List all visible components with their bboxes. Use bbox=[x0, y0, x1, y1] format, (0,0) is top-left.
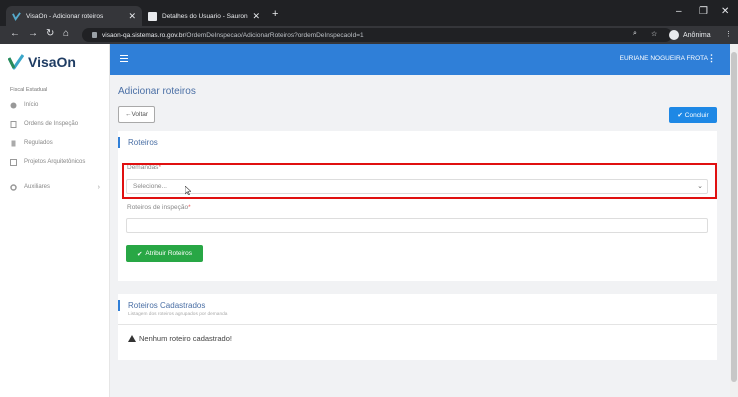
profile-label: Anônima bbox=[683, 31, 711, 39]
sidebar-item-label: Auxiliares bbox=[24, 184, 51, 190]
empty-message: Nenhum roteiro cadastrado! bbox=[139, 334, 232, 343]
sidebar: VisaOn Fiscal Estadual Início Ordens de … bbox=[0, 44, 110, 397]
visaon-logo-icon bbox=[8, 54, 24, 70]
sidebar-item-label: Projetos Arquitetônicos bbox=[24, 159, 86, 165]
sidebar-item-projetos[interactable]: Projetos Arquitetônicos bbox=[0, 159, 110, 184]
check-icon: ✔ bbox=[136, 250, 143, 258]
scrollbar[interactable] bbox=[730, 44, 738, 397]
sidebar-item-auxiliares[interactable]: Auxiliares › bbox=[0, 184, 110, 203]
roteiros-card: Roteiros Demandas* Selecione... ⌄ Roteir… bbox=[118, 131, 717, 281]
tab-detalhes-usuario[interactable]: Detalhes do Usuario - Sauron.Go ✕ bbox=[142, 6, 266, 26]
highlight-box bbox=[122, 163, 717, 199]
visaon-favicon-icon bbox=[12, 11, 21, 21]
tab-strip: VisaOn - Adicionar roteiros ✕ Detalhes d… bbox=[0, 0, 738, 26]
page-favicon-icon bbox=[148, 11, 157, 21]
section-title-roteiros: Roteiros bbox=[118, 137, 158, 148]
roteiros-input[interactable] bbox=[126, 218, 708, 233]
sidebar-item-regulados[interactable]: Regulados bbox=[0, 140, 110, 159]
zoom-icon[interactable]: ⌕ bbox=[633, 30, 637, 38]
blueprint-icon bbox=[10, 159, 17, 166]
browser-toolbar: ← → ↻ ⌂ visaon-qa.sistemas.ro.gov.br /Or… bbox=[0, 26, 738, 44]
url-host: visaon-qa.sistemas.ro.gov.br bbox=[102, 31, 185, 39]
close-window-button[interactable]: ✕ bbox=[721, 6, 729, 17]
mouse-cursor-icon bbox=[185, 186, 191, 195]
tab-adicionar-roteiros[interactable]: VisaOn - Adicionar roteiros ✕ bbox=[6, 6, 142, 26]
lock-icon bbox=[92, 32, 97, 38]
url-path: /OrdemDeInspecao/AdicionarRoteiros?ordem… bbox=[184, 31, 364, 39]
close-tab-icon[interactable]: ✕ bbox=[128, 11, 136, 22]
roteiros-label-text: Roteiros de inspeção bbox=[127, 204, 189, 211]
user-menu-icon[interactable]: ⋮ bbox=[707, 53, 716, 64]
sidebar-item-ordens[interactable]: Ordens de Inspeção bbox=[0, 121, 110, 140]
address-bar[interactable]: visaon-qa.sistemas.ro.gov.br /OrdemDeIns… bbox=[82, 28, 672, 42]
browser-menu-icon[interactable]: ⋮ bbox=[725, 30, 732, 38]
section-title-cadastrados: Roteiros Cadastrados bbox=[118, 300, 205, 311]
user-name[interactable]: EURIANE NOGUEIRA FROTA bbox=[620, 55, 708, 62]
back-button[interactable]: ←Voltar bbox=[118, 106, 155, 123]
top-bar: EURIANE NOGUEIRA FROTA ⋮ bbox=[110, 44, 730, 75]
sidebar-item-label: Início bbox=[24, 102, 39, 108]
incognito-icon bbox=[669, 30, 679, 40]
divider bbox=[118, 324, 717, 325]
document-icon bbox=[10, 121, 17, 128]
brand-name: VisaOn bbox=[28, 54, 76, 70]
new-tab-button[interactable]: + bbox=[272, 8, 278, 20]
palette-icon bbox=[10, 102, 17, 109]
check-icon: ✔ bbox=[677, 112, 683, 119]
back-arrow-icon[interactable]: ← bbox=[10, 28, 20, 39]
restore-button[interactable]: ❐ bbox=[699, 6, 708, 17]
scrollbar-thumb[interactable] bbox=[731, 52, 737, 382]
home-icon[interactable]: ⌂ bbox=[63, 28, 69, 39]
minimize-button[interactable]: – bbox=[676, 6, 682, 17]
sidebar-item-inicio[interactable]: Início bbox=[0, 102, 110, 121]
profile-chip[interactable]: Anônima bbox=[669, 30, 711, 40]
empty-state: Nenhum roteiro cadastrado! bbox=[128, 334, 232, 343]
sidebar-item-label: Ordens de Inspeção bbox=[24, 121, 79, 127]
user-role: Fiscal Estadual bbox=[10, 87, 48, 93]
tab-title: VisaOn - Adicionar roteiros bbox=[26, 12, 104, 20]
gears-icon bbox=[10, 184, 17, 191]
main-content: Adicionar roteiros ←Voltar ✔ Concluir Ro… bbox=[110, 75, 730, 397]
page-title: Adicionar roteiros bbox=[118, 86, 196, 97]
conclude-label: Concluir bbox=[684, 111, 709, 119]
assign-label: Atribuir Roteiros bbox=[145, 250, 193, 257]
sidebar-menu: Início Ordens de Inspeção Regulados Proj… bbox=[0, 102, 110, 203]
hamburger-menu-icon[interactable] bbox=[120, 55, 128, 64]
warning-icon bbox=[128, 335, 136, 342]
reload-icon[interactable]: ↻ bbox=[46, 28, 54, 39]
star-icon[interactable]: ☆ bbox=[651, 30, 657, 38]
conclude-button[interactable]: ✔ Concluir bbox=[669, 107, 717, 123]
forward-arrow-icon[interactable]: → bbox=[28, 28, 38, 39]
roteiros-label: Roteiros de inspeção* bbox=[127, 204, 191, 211]
tab-title: Detalhes do Usuario - Sauron.Go bbox=[162, 12, 248, 20]
section-subtitle: Listagem dos roteiros agrupados por dema… bbox=[128, 312, 228, 317]
roteiros-cadastrados-card: Roteiros Cadastrados Listagem dos roteir… bbox=[118, 294, 717, 360]
chevron-right-icon: › bbox=[97, 184, 100, 191]
assign-roteiros-button[interactable]: ✔ Atribuir Roteiros bbox=[126, 245, 203, 262]
brand-logo[interactable]: VisaOn bbox=[8, 52, 76, 72]
browser-window: VisaOn - Adicionar roteiros ✕ Detalhes d… bbox=[0, 0, 738, 397]
building-icon bbox=[10, 140, 17, 147]
app: VisaOn Fiscal Estadual Início Ordens de … bbox=[0, 44, 730, 397]
sidebar-item-label: Regulados bbox=[24, 140, 53, 146]
close-tab-icon[interactable]: ✕ bbox=[252, 11, 260, 22]
required-mark: * bbox=[188, 204, 191, 211]
